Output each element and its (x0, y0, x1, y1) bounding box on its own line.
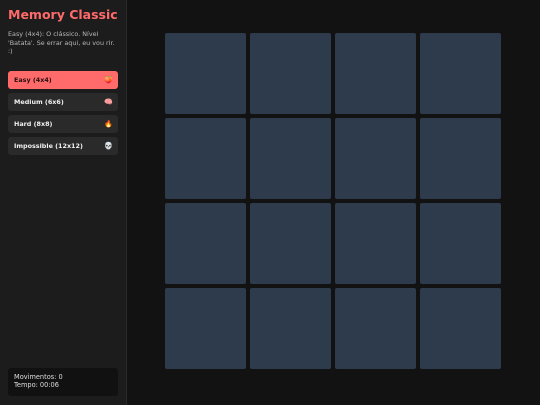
app-title: Memory Classic (8, 7, 118, 22)
memory-card[interactable] (250, 118, 331, 199)
level-label: Easy (4x4) (14, 75, 52, 84)
level-button-impossible[interactable]: Impossible (12x12) 💀 (8, 136, 118, 155)
moves-counter: Movimentos: 0 (14, 373, 63, 381)
level-label: Medium (6x6) (14, 97, 64, 106)
skull-icon: 💀 (104, 141, 113, 150)
memory-card[interactable] (335, 33, 416, 114)
memory-card[interactable] (335, 118, 416, 199)
stats-panel: Movimentos: 0 Tempo: 00:06 (8, 368, 118, 396)
app: Memory Classic Easy (4x4): O clássico. N… (0, 0, 540, 405)
card-grid (165, 33, 501, 369)
memory-card[interactable] (165, 118, 246, 199)
memory-card[interactable] (420, 33, 501, 114)
brain-icon: 🧠 (104, 97, 113, 106)
level-label: Impossible (12x12) (14, 141, 83, 150)
sidebar: Memory Classic Easy (4x4): O clássico. N… (0, 0, 127, 405)
game-area (127, 0, 540, 405)
memory-card[interactable] (165, 33, 246, 114)
fire-icon: 🔥 (104, 119, 113, 128)
memory-card[interactable] (420, 288, 501, 369)
memory-card[interactable] (335, 288, 416, 369)
level-label: Hard (8x8) (14, 119, 53, 128)
memory-card[interactable] (250, 203, 331, 284)
level-list: Easy (4x4) 🍑 Medium (6x6) 🧠 Hard (8x8) 🔥… (8, 70, 118, 155)
memory-card[interactable] (420, 118, 501, 199)
peach-icon: 🍑 (104, 75, 113, 84)
timer: Tempo: 00:06 (14, 381, 59, 390)
level-button-medium[interactable]: Medium (6x6) 🧠 (8, 92, 118, 111)
level-description: Easy (4x4): O clássico. Nível 'Batata'. … (8, 30, 115, 56)
memory-card[interactable] (420, 203, 501, 284)
memory-card[interactable] (250, 288, 331, 369)
memory-card[interactable] (165, 203, 246, 284)
memory-card[interactable] (335, 203, 416, 284)
level-button-easy[interactable]: Easy (4x4) 🍑 (8, 70, 118, 89)
memory-card[interactable] (250, 33, 331, 114)
level-button-hard[interactable]: Hard (8x8) 🔥 (8, 114, 118, 133)
memory-card[interactable] (165, 288, 246, 369)
